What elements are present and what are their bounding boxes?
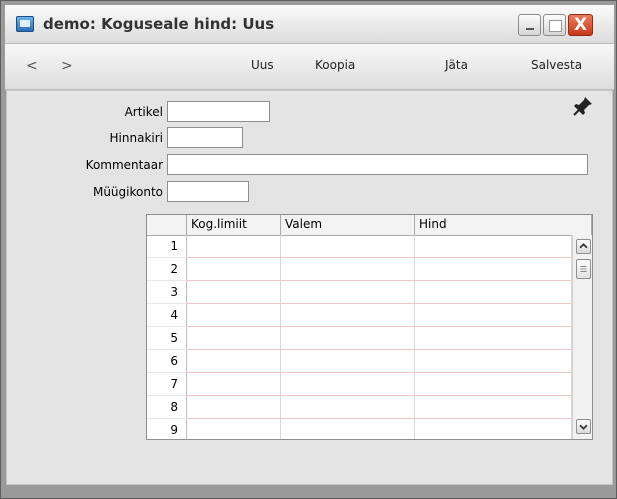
cell-kog-limiit[interactable] [187, 235, 281, 258]
cell-kog-limiit[interactable] [187, 396, 281, 419]
row-number: 9 [147, 419, 187, 439]
hinnakiri-label: Hinnakiri [109, 131, 163, 145]
row-number-header [147, 215, 187, 235]
row-number: 4 [147, 304, 187, 327]
cell-valem[interactable] [281, 396, 415, 419]
toolbar: < > Uus Koopia Jäta Salvesta [5, 44, 614, 90]
column-header-kog-limiit[interactable]: Kog.limiit [187, 215, 281, 235]
myygikonto-field[interactable] [167, 181, 249, 202]
window-title: demo: Koguseale hind: Uus [43, 15, 275, 33]
cell-hind[interactable] [415, 235, 572, 258]
cell-hind[interactable] [415, 281, 572, 304]
table-row: 6 [147, 350, 572, 373]
column-header-valem[interactable]: Valem [281, 215, 415, 235]
cell-valem[interactable] [281, 419, 415, 439]
scroll-down-button[interactable] [576, 419, 591, 434]
row-number: 6 [147, 350, 187, 373]
artikel-field[interactable] [167, 101, 270, 122]
cancel-button[interactable]: Jäta [445, 58, 468, 72]
kommentaar-label: Kommentaar [85, 158, 163, 172]
vertical-scrollbar[interactable] [572, 235, 592, 439]
record-form: Artikel Hinnakiri Kommentaar Müügikonto … [6, 90, 613, 485]
cell-hind[interactable] [415, 373, 572, 396]
table-row: 5 [147, 327, 572, 350]
row-number: 3 [147, 281, 187, 304]
row-number: 5 [147, 327, 187, 350]
cell-hind[interactable] [415, 258, 572, 281]
scroll-up-button[interactable] [576, 239, 591, 254]
artikel-label: Artikel [124, 105, 163, 119]
cell-valem[interactable] [281, 281, 415, 304]
next-record-button[interactable]: > [61, 59, 73, 73]
app-window: demo: Koguseale hind: Uus X < > Uus Koop… [0, 0, 617, 499]
maximize-button[interactable] [543, 14, 566, 36]
column-header-hind[interactable]: Hind [415, 215, 592, 235]
copy-button[interactable]: Koopia [315, 58, 355, 72]
minimize-button[interactable] [518, 14, 541, 36]
table-row: 2 [147, 258, 572, 281]
cell-hind[interactable] [415, 396, 572, 419]
title-bar: demo: Koguseale hind: Uus X [5, 5, 614, 44]
cell-valem[interactable] [281, 235, 415, 258]
cell-kog-limiit[interactable] [187, 419, 281, 439]
row-number: 7 [147, 373, 187, 396]
myygikonto-label: Müügikonto [92, 185, 163, 199]
close-button[interactable]: X [568, 14, 593, 36]
cell-kog-limiit[interactable] [187, 281, 281, 304]
cell-kog-limiit[interactable] [187, 373, 281, 396]
cell-kog-limiit[interactable] [187, 327, 281, 350]
table-row: 3 [147, 281, 572, 304]
app-icon [16, 16, 34, 32]
price-grid: Kog.limiit Valem Hind 1 2 3 4 5 6 7 8 9 [146, 214, 593, 440]
pin-icon[interactable] [571, 94, 595, 118]
cell-hind[interactable] [415, 304, 572, 327]
previous-record-button[interactable]: < [26, 59, 38, 73]
table-row: 8 [147, 396, 572, 419]
cell-hind[interactable] [415, 327, 572, 350]
grid-header: Kog.limiit Valem Hind [147, 215, 592, 236]
cell-valem[interactable] [281, 258, 415, 281]
row-number: 8 [147, 396, 187, 419]
save-button[interactable]: Salvesta [531, 58, 582, 72]
cell-valem[interactable] [281, 350, 415, 373]
table-row: 7 [147, 373, 572, 396]
cell-valem[interactable] [281, 304, 415, 327]
row-number: 2 [147, 258, 187, 281]
kommentaar-field[interactable] [167, 154, 588, 175]
scroll-thumb[interactable] [576, 259, 591, 279]
table-row: 4 [147, 304, 572, 327]
cell-valem[interactable] [281, 373, 415, 396]
cell-valem[interactable] [281, 327, 415, 350]
cell-kog-limiit[interactable] [187, 304, 281, 327]
cell-hind[interactable] [415, 419, 572, 439]
row-number: 1 [147, 235, 187, 258]
cell-kog-limiit[interactable] [187, 350, 281, 373]
table-row: 1 [147, 235, 572, 258]
hinnakiri-field[interactable] [167, 127, 243, 148]
cell-kog-limiit[interactable] [187, 258, 281, 281]
cell-hind[interactable] [415, 350, 572, 373]
table-row: 9 [147, 419, 572, 439]
new-button[interactable]: Uus [251, 58, 274, 72]
